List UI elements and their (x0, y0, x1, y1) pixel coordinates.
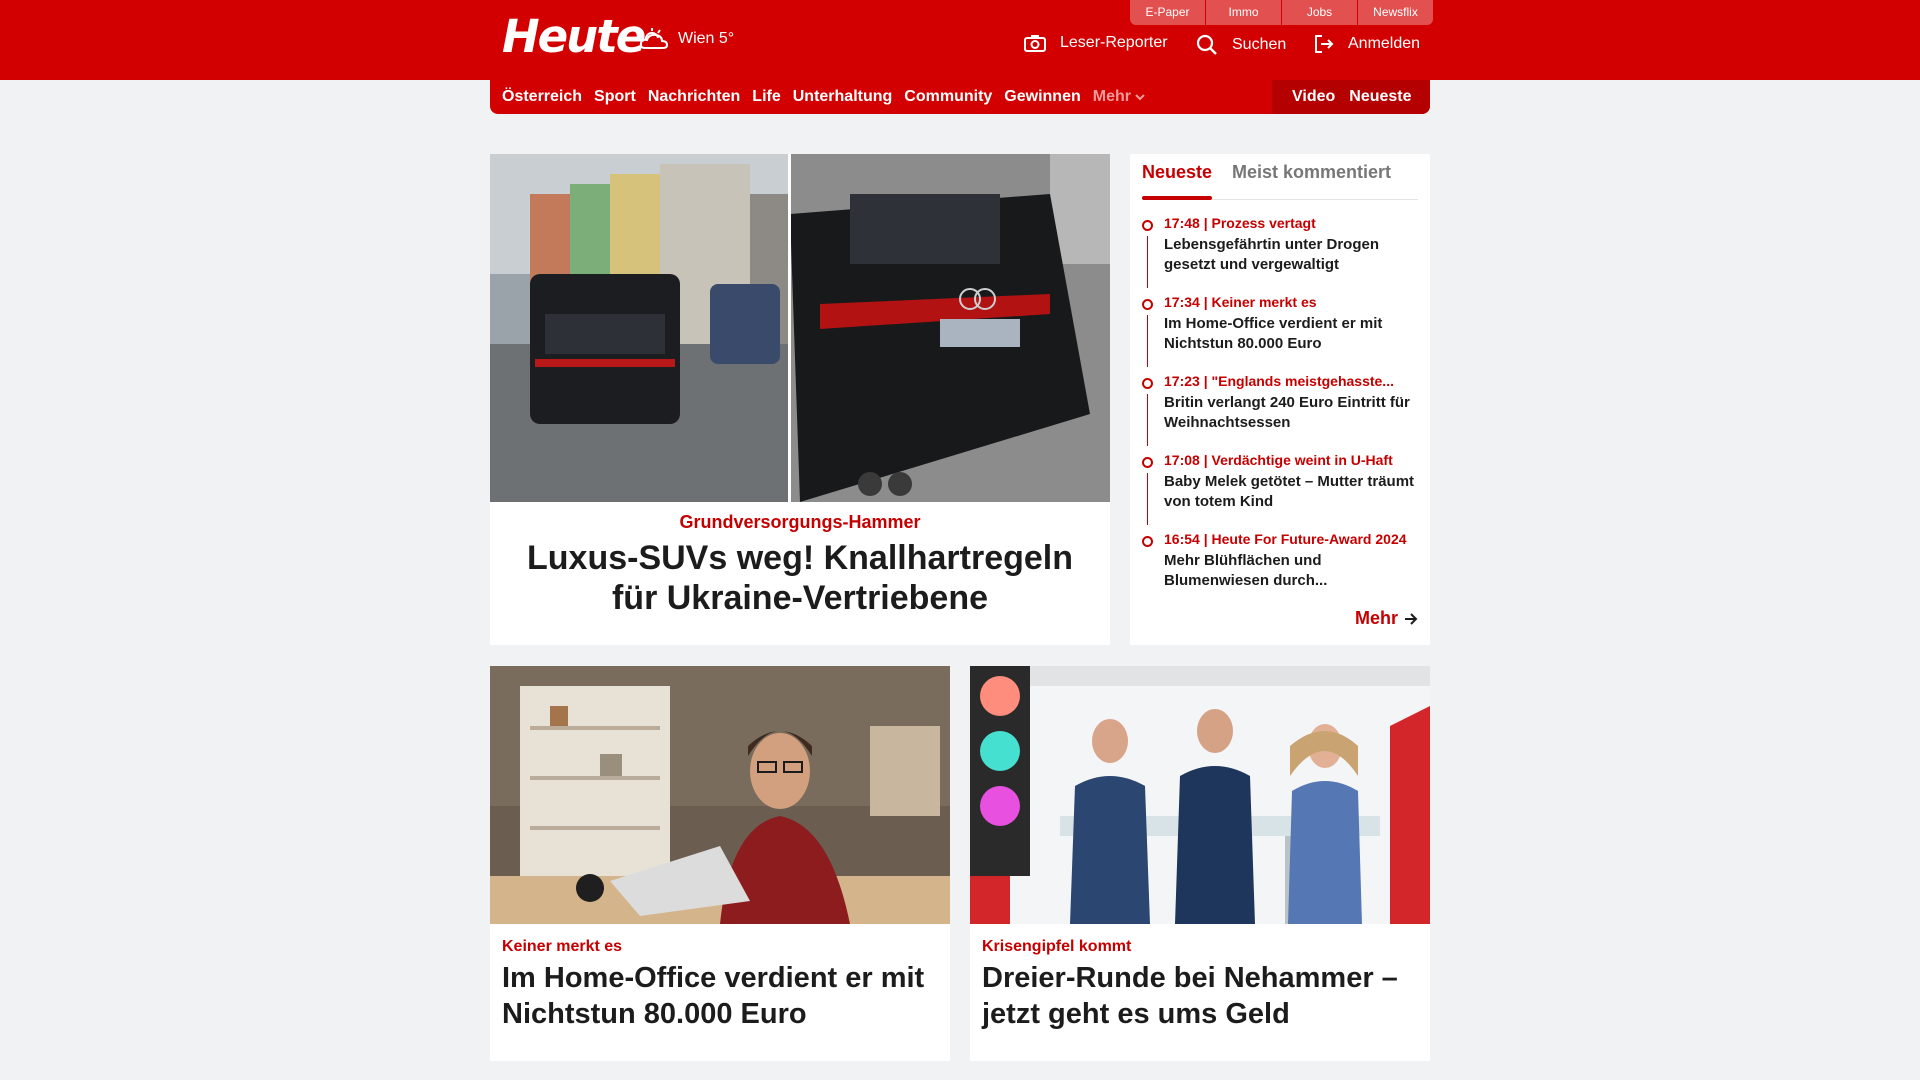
topnav-jobs[interactable]: Jobs (1282, 0, 1357, 25)
news-meta: 17:08 | Verdächtige weint in U-Haft (1164, 452, 1393, 468)
nav-item-gewinnen[interactable]: Gewinnen (1004, 88, 1080, 106)
news-title[interactable]: Lebensgefährtin unter Drogen gesetzt und… (1164, 235, 1422, 275)
login-label: Anmelden (1348, 35, 1421, 52)
news-meta: 17:48 | Prozess vertagt (1164, 215, 1316, 231)
article-image[interactable] (970, 666, 1430, 924)
hero-headline[interactable]: Luxus-SUVs weg! Knallhartregeln für Ukra… (510, 538, 1090, 618)
news-list: 17:48 | Prozess vertagt Lebensgefährtin … (1142, 214, 1422, 609)
weather-widget[interactable]: Wien 5° (638, 26, 734, 52)
article-headline[interactable]: Im Home-Office verdient er mit Nichtstun… (502, 960, 938, 1032)
tab-neueste[interactable]: Neueste (1142, 162, 1212, 183)
news-meta: 17:23 | "Englands meistgehasste... (1164, 373, 1394, 389)
article-card[interactable]: Krisengipfel kommt Dreier-Runde bei Neha… (970, 666, 1430, 1061)
article-kicker: Keiner merkt es (502, 938, 623, 955)
news-meta: 16:54 | Heute For Future-Award 2024 (1164, 531, 1407, 547)
login-button[interactable]: Anmelden (1314, 34, 1420, 54)
topnav-epaper[interactable]: E-Paper (1130, 0, 1205, 25)
top-service-nav: E-Paper Immo Jobs Newsflix (1130, 0, 1434, 25)
timeline-dot (1142, 299, 1153, 310)
search-icon (1196, 34, 1217, 55)
nav-more-dropdown[interactable]: Mehr (1093, 88, 1145, 106)
arrow-right-icon (1405, 612, 1418, 625)
timeline-line (1147, 394, 1148, 446)
nav-item-oesterreich[interactable]: Österreich (502, 88, 582, 106)
nav-item-community[interactable]: Community (904, 88, 992, 106)
search-label: Suchen (1232, 36, 1287, 53)
leser-reporter-link[interactable]: Leser-Reporter (1024, 34, 1168, 52)
nav-latest-link[interactable]: Neueste (1349, 88, 1411, 106)
news-title[interactable]: Britin verlangt 240 Euro Eintritt für We… (1164, 393, 1422, 433)
cloud-sun-icon (639, 28, 669, 49)
timeline-dot (1142, 220, 1153, 231)
hero-article[interactable]: Grundversorgungs-Hammer Luxus-SUVs weg! … (490, 154, 1110, 645)
timeline-dot (1142, 457, 1153, 468)
topnav-immo[interactable]: Immo (1206, 0, 1281, 25)
active-tab-indicator (1142, 196, 1212, 200)
nav-item-sport[interactable]: Sport (594, 88, 636, 106)
more-news-link[interactable]: Mehr (1355, 608, 1418, 629)
leser-reporter-label: Leser-Reporter (1060, 34, 1168, 51)
article-image[interactable] (490, 666, 950, 924)
latest-news-sidebar: Neueste Meist kommentiert 17:48 | Prozes… (1130, 154, 1430, 645)
news-meta: 17:34 | Keiner merkt es (1164, 294, 1317, 310)
news-title[interactable]: Mehr Blühflächen und Blumenwiesen durch.… (1164, 551, 1422, 591)
sidebar-tabs: Neueste Meist kommentiert (1142, 154, 1418, 200)
nav-item-nachrichten[interactable]: Nachrichten (648, 88, 740, 106)
timeline-line (1147, 315, 1148, 367)
list-item[interactable]: 17:23 | "Englands meistgehasste... Briti… (1142, 372, 1422, 451)
login-icon (1315, 35, 1334, 53)
list-item[interactable]: 17:08 | Verdächtige weint in U-Haft Baby… (1142, 451, 1422, 530)
tab-meist-kommentiert[interactable]: Meist kommentiert (1232, 162, 1391, 183)
chevron-down-icon (1135, 94, 1145, 101)
camera-icon (1024, 35, 1046, 52)
article-card[interactable]: Keiner merkt es Im Home-Office verdient … (490, 666, 950, 1061)
timeline-dot (1142, 536, 1153, 547)
article-headline[interactable]: Dreier-Runde bei Nehammer – jetzt geht e… (982, 960, 1418, 1032)
list-item[interactable]: 17:48 | Prozess vertagt Lebensgefährtin … (1142, 214, 1422, 293)
article-kicker: Krisengipfel kommt (982, 938, 1132, 955)
nav-item-unterhaltung[interactable]: Unterhaltung (793, 88, 893, 106)
news-title[interactable]: Im Home-Office verdient er mit Nichtstun… (1164, 314, 1422, 354)
timeline-dot (1142, 378, 1153, 389)
heute-logo[interactable]: Heute (502, 12, 646, 62)
nav-more-label: Mehr (1092, 88, 1131, 105)
site-header: Heute Wien 5° E-Paper Immo Jobs Newsflix… (0, 0, 1920, 80)
nav-video-link[interactable]: Video (1292, 88, 1335, 106)
category-nav: Österreich Sport Nachrichten Life Unterh… (490, 80, 1430, 114)
list-item[interactable]: 17:34 | Keiner merkt es Im Home-Office v… (1142, 293, 1422, 372)
nav-item-life[interactable]: Life (752, 88, 780, 106)
list-item[interactable]: 16:54 | Heute For Future-Award 2024 Mehr… (1142, 530, 1422, 609)
weather-label: Wien 5° (678, 30, 735, 47)
topnav-newsflix[interactable]: Newsflix (1358, 0, 1433, 25)
news-title[interactable]: Baby Melek getötet – Mutter träumt von t… (1164, 472, 1422, 512)
hero-kicker: Grundversorgungs-Hammer (679, 512, 921, 532)
hero-image[interactable] (490, 154, 1110, 502)
timeline-line (1147, 236, 1148, 288)
more-news-label: Mehr (1354, 608, 1398, 628)
search-button[interactable]: Suchen (1196, 34, 1286, 56)
timeline-line (1147, 473, 1148, 525)
nav-highlight-group: Video Neueste (1272, 80, 1430, 114)
